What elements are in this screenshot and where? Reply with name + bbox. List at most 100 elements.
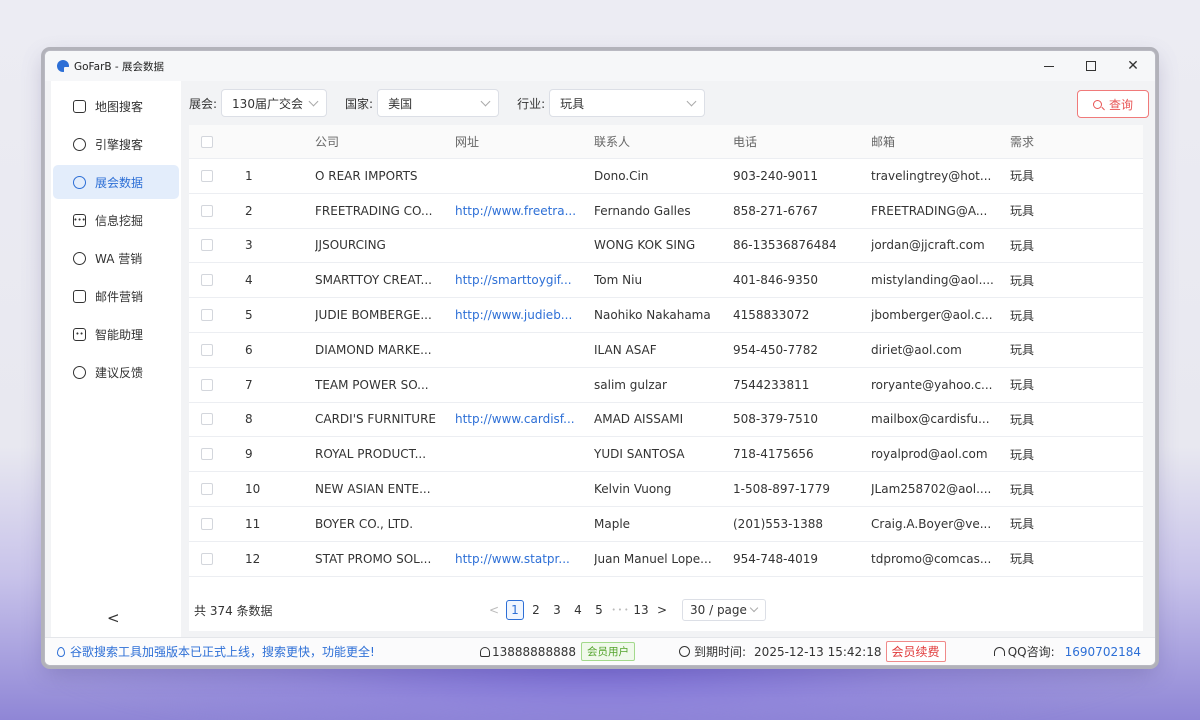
email-cell: travelingtrey@hot... bbox=[871, 168, 992, 183]
website-link[interactable]: http://smarttoygif... bbox=[455, 273, 594, 287]
announcement-text: 谷歌搜索工具加强版本已正式上线，搜索更快，功能更全! bbox=[70, 645, 375, 659]
page-button[interactable]: 5 bbox=[590, 600, 608, 620]
chevron-down-icon bbox=[480, 96, 491, 107]
app-logo-icon bbox=[57, 60, 70, 73]
sidebar: 地图搜客 引擎搜客 展会数据 ••• 信息挖掘 WA 营销 邮件营销 •• 智能… bbox=[51, 81, 181, 637]
sidebar-item-engine-search[interactable]: 引擎搜客 bbox=[53, 127, 179, 161]
row-checkbox[interactable] bbox=[201, 309, 213, 322]
table-row[interactable]: 11 BOYER CO., LTD. Maple (201)553-1388 Craig… bbox=[189, 507, 1143, 542]
demand-cell: 玩具 bbox=[1010, 308, 1035, 323]
table-row[interactable]: 2 FREETRADING CO... http://www.freetra... F… bbox=[189, 194, 1143, 229]
maximize-button[interactable] bbox=[1083, 58, 1099, 74]
page-button[interactable]: 3 bbox=[548, 600, 566, 620]
table-row[interactable]: 12 STAT PROMO SOL... http://www.statpr... J… bbox=[189, 542, 1143, 577]
row-checkbox[interactable] bbox=[201, 239, 213, 252]
row-checkbox-cell bbox=[189, 204, 245, 217]
expo-label: 展会: bbox=[189, 96, 218, 111]
minimize-button[interactable] bbox=[1041, 58, 1057, 74]
row-checkbox[interactable] bbox=[201, 483, 213, 496]
page-button[interactable]: 4 bbox=[569, 600, 587, 620]
total-count: 共 374 条数据 bbox=[194, 603, 273, 618]
close-button[interactable]: ✕ bbox=[1125, 58, 1141, 74]
row-index: 8 bbox=[245, 412, 253, 427]
table-row[interactable]: 4 SMARTTOY CREAT... http://smarttoygif... T… bbox=[189, 263, 1143, 299]
table-row[interactable]: 1 O REAR IMPORTS Dono.Cin 903-240-9011 trave… bbox=[189, 159, 1143, 194]
company-cell: JUDIE BOMBERGE... bbox=[315, 308, 432, 323]
whatsapp-icon bbox=[73, 251, 86, 265]
demand-cell: 玩具 bbox=[1010, 412, 1035, 427]
sidebar-item-smart-assistant[interactable]: •• 智能助理 bbox=[53, 317, 179, 351]
row-checkbox[interactable] bbox=[201, 343, 213, 356]
renew-button[interactable]: 会员续费 bbox=[885, 641, 946, 662]
chat-dots-icon: ••• bbox=[73, 213, 86, 227]
page-ellipsis[interactable]: • • • bbox=[611, 600, 629, 620]
contact-cell: Kelvin Vuong bbox=[594, 482, 672, 497]
sidebar-item-email-marketing[interactable]: 邮件营销 bbox=[53, 279, 179, 313]
sidebar-item-map-search[interactable]: 地图搜客 bbox=[53, 89, 179, 123]
row-checkbox[interactable] bbox=[201, 169, 213, 182]
row-checkbox[interactable] bbox=[201, 274, 213, 287]
table-row[interactable]: 8 CARDI'S FURNITURE http://www.cardisf... A… bbox=[189, 403, 1143, 438]
sidebar-item-info-mining[interactable]: ••• 信息挖掘 bbox=[53, 203, 179, 237]
qq-number-link[interactable]: 1690702184 bbox=[1065, 645, 1141, 659]
expo-select[interactable]: 130届广交会 bbox=[221, 89, 328, 117]
header-checkbox-cell bbox=[189, 135, 245, 148]
phone-cell: 86-13536876484 bbox=[733, 238, 837, 253]
row-checkbox[interactable] bbox=[201, 378, 213, 391]
collapse-sidebar-button[interactable]: < bbox=[107, 609, 120, 627]
row-checkbox[interactable] bbox=[201, 413, 213, 426]
website-link[interactable]: http://www.statpr... bbox=[455, 552, 594, 566]
company-cell: JJSOURCING bbox=[315, 238, 386, 253]
pagination: < 1 2 3 4 5 • • • 13 > 30 / page bbox=[485, 599, 766, 621]
website-link[interactable]: http://www.judieb... bbox=[455, 308, 594, 322]
pagination-bar: 共 374 条数据 < 1 2 3 4 5 • • • 13 > 30 / pa… bbox=[189, 597, 1143, 623]
sidebar-item-expo-data[interactable]: 展会数据 bbox=[53, 165, 179, 199]
page-button[interactable]: 2 bbox=[527, 600, 545, 620]
phone-cell: 903-240-9011 bbox=[733, 168, 819, 183]
website-link[interactable]: http://www.freetra... bbox=[455, 204, 594, 218]
demand-cell: 玩具 bbox=[1010, 169, 1035, 184]
page-button[interactable]: 1 bbox=[506, 600, 524, 620]
row-index: 2 bbox=[245, 203, 253, 218]
announcement[interactable]: 谷歌搜索工具加强版本已正式上线，搜索更快，功能更全! bbox=[57, 643, 375, 660]
table-row[interactable]: 5 JUDIE BOMBERGE... http://www.judieb... Na… bbox=[189, 298, 1143, 333]
prev-page-button[interactable]: < bbox=[485, 600, 503, 620]
row-checkbox-cell bbox=[189, 343, 245, 356]
row-index: 6 bbox=[245, 342, 253, 357]
select-all-checkbox[interactable] bbox=[201, 135, 213, 148]
robot-icon: •• bbox=[73, 327, 86, 341]
window-controls: ✕ bbox=[1041, 51, 1141, 81]
demand-cell: 玩具 bbox=[1010, 204, 1035, 219]
table-row[interactable]: 6 DIAMOND MARKE... ILAN ASAF 954-450-7782 di… bbox=[189, 333, 1143, 368]
sidebar-item-feedback[interactable]: 建议反馈 bbox=[53, 355, 179, 389]
map-icon bbox=[73, 99, 86, 113]
query-button[interactable]: 查询 bbox=[1077, 90, 1149, 118]
row-checkbox[interactable] bbox=[201, 517, 213, 530]
website-link[interactable]: http://www.cardisf... bbox=[455, 412, 594, 426]
table-row[interactable]: 9 ROYAL PRODUCT... YUDI SANTOSA 718-4175656… bbox=[189, 437, 1143, 473]
row-checkbox-cell bbox=[189, 239, 245, 252]
demand-cell: 玩具 bbox=[1010, 378, 1035, 393]
demand-cell: 玩具 bbox=[1010, 552, 1035, 567]
sidebar-item-wa-marketing[interactable]: WA 营销 bbox=[53, 241, 179, 275]
table-row[interactable]: 10 NEW ASIAN ENTE... Kelvin Vuong 1-508-897… bbox=[189, 472, 1143, 507]
row-checkbox[interactable] bbox=[201, 552, 213, 565]
page-size-value: 30 / page bbox=[690, 603, 747, 617]
page-size-select[interactable]: 30 / page bbox=[682, 599, 766, 621]
email-cell: tdpromo@comcas... bbox=[871, 551, 992, 566]
phone-cell: 954-748-4019 bbox=[733, 551, 819, 566]
demand-cell: 玩具 bbox=[1010, 447, 1035, 462]
table-row[interactable]: 3 JJSOURCING WONG KOK SING 86-13536876484 jo… bbox=[189, 229, 1143, 264]
industry-select[interactable]: 玩具 bbox=[549, 89, 706, 117]
table-row[interactable]: 7 TEAM POWER SO... salim gulzar 7544233811 r… bbox=[189, 368, 1143, 403]
row-checkbox[interactable] bbox=[201, 448, 213, 461]
demand-cell: 玩具 bbox=[1010, 482, 1035, 497]
country-select-value: 美国 bbox=[388, 96, 413, 111]
country-select[interactable]: 美国 bbox=[377, 89, 500, 117]
chevron-down-icon bbox=[308, 96, 319, 107]
header-contact: 联系人 bbox=[594, 135, 631, 149]
next-page-button[interactable]: > bbox=[653, 600, 671, 620]
last-page-button[interactable]: 13 bbox=[632, 600, 650, 620]
row-index: 4 bbox=[245, 273, 253, 288]
row-checkbox[interactable] bbox=[201, 204, 213, 217]
